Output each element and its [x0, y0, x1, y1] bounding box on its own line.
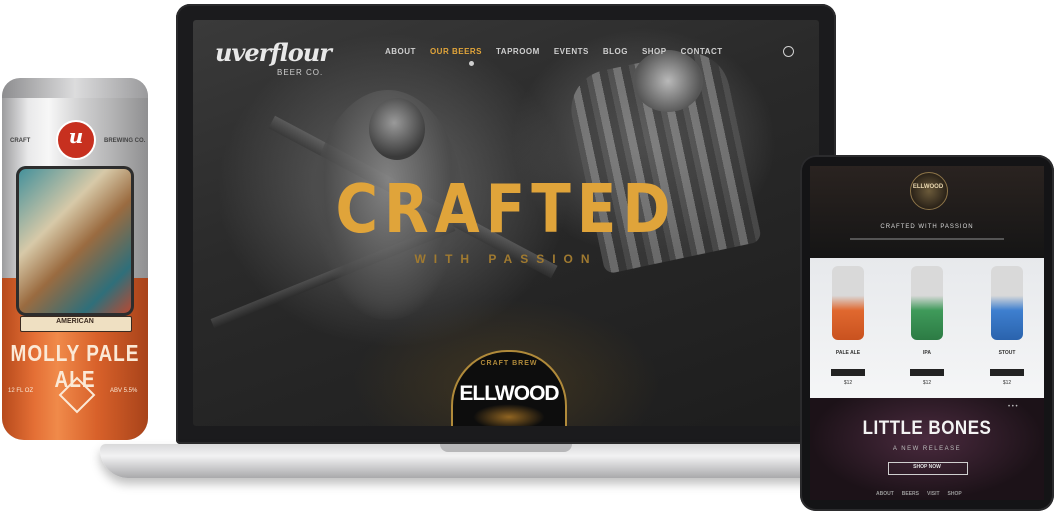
add-to-cart-button[interactable] — [910, 369, 944, 376]
laptop-screen: uverflour BEER CO. ABOUT OUR BEERS TAPRO… — [193, 20, 819, 426]
footer-link[interactable]: ABOUT — [876, 491, 894, 497]
product-can-image[interactable] — [832, 266, 864, 340]
nav-item-our-beers[interactable]: OUR BEERS — [430, 47, 482, 56]
hero-subtitle: WITH PASSION — [414, 252, 598, 266]
nav-active-indicator — [469, 61, 474, 66]
product-name: PALE ALE — [835, 350, 861, 356]
can-foot-left: 12 FL OZ — [8, 388, 34, 394]
badge-glow — [473, 404, 545, 426]
site-logo-subtitle: BEER CO. — [277, 68, 324, 77]
promo-title: LITTLE BONES — [862, 416, 992, 439]
nav-item-taproom[interactable]: TAPROOM — [496, 47, 540, 56]
can-banner-text: AMERICAN — [56, 318, 94, 325]
can-artwork — [16, 166, 134, 316]
can-label-right: BREWING CO. — [104, 138, 146, 144]
tablet-screen: ELLWOOD CRAFTED WITH PASSION PALE ALE IP… — [810, 166, 1044, 500]
badge-top-text: CRAFT BREW — [480, 360, 538, 367]
footer-link[interactable]: VISIT — [927, 491, 940, 497]
add-to-cart-button[interactable] — [990, 369, 1024, 376]
nav-item-shop[interactable]: SHOP — [642, 47, 667, 56]
can-foot-right: ABV 5.5% — [110, 388, 138, 394]
beer-can: u CRAFT BREWING CO. AMERICAN MOLLY PALE … — [2, 78, 148, 440]
tablet-divider — [850, 238, 1004, 240]
nav-item-about[interactable]: ABOUT — [385, 47, 416, 56]
promo-shop-button-label: SHOP NOW — [913, 464, 941, 470]
laptop-notch — [440, 444, 572, 452]
can-logo-text: u — [68, 124, 84, 148]
promo-subtitle: A NEW RELEASE — [892, 446, 962, 452]
brewer-head-image — [369, 98, 425, 160]
main-nav: ABOUT OUR BEERS TAPROOM EVENTS BLOG SHOP… — [385, 47, 723, 56]
product-name: STOUT — [998, 350, 1016, 356]
tablet-logo-text: ELLWOOD — [912, 184, 944, 190]
nav-item-blog[interactable]: BLOG — [603, 47, 628, 56]
search-icon[interactable] — [783, 46, 794, 57]
product-price: $12 — [922, 380, 932, 386]
product-price: $12 — [843, 380, 853, 386]
hero-title: CRAFTED — [335, 169, 677, 249]
nav-item-events[interactable]: EVENTS — [554, 47, 589, 56]
product-price: $12 — [1002, 380, 1012, 386]
footer-link[interactable]: SHOP — [948, 491, 962, 497]
carousel-dots[interactable]: • • • — [1008, 404, 1018, 410]
tablet-footer-nav: ABOUT BEERS VISIT SHOP — [876, 491, 962, 497]
tablet-tagline: CRAFTED WITH PASSION — [880, 224, 974, 230]
product-name: IPA — [923, 350, 931, 356]
nav-item-contact[interactable]: CONTACT — [681, 47, 723, 56]
product-can-image[interactable] — [991, 266, 1023, 340]
add-to-cart-button[interactable] — [831, 369, 865, 376]
footer-link[interactable]: BEERS — [902, 491, 919, 497]
badge-main-text: ELLWOOD — [459, 382, 559, 405]
brand-badge[interactable]: CRAFT BREW ELLWOOD — [451, 350, 567, 426]
brew-tank-cap-image — [633, 50, 703, 112]
product-can-image[interactable] — [911, 266, 943, 340]
can-label-left: CRAFT — [10, 138, 31, 144]
can-lid — [2, 78, 148, 98]
tablet-logo-icon[interactable] — [910, 172, 948, 210]
site-logo[interactable]: uverflour — [215, 38, 332, 67]
